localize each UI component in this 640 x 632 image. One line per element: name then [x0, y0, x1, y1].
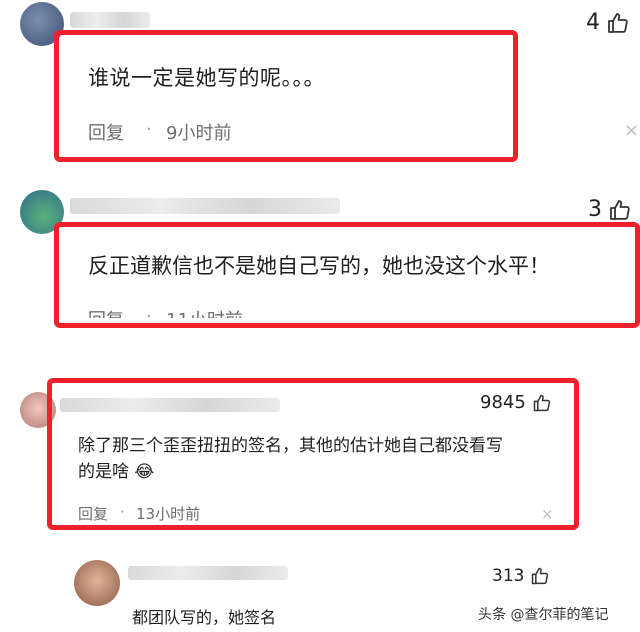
comment-time: 9小时前: [166, 123, 232, 144]
username-blurred: [70, 198, 340, 214]
comment-time: 13小时前: [136, 505, 201, 523]
like-count-group[interactable]: 4: [586, 10, 630, 35]
avatar[interactable]: [74, 560, 120, 606]
close-icon[interactable]: ×: [624, 120, 639, 141]
reply-button[interactable]: 回复: [78, 503, 108, 524]
thumbs-up-icon[interactable]: [530, 566, 550, 586]
username-blurred: [128, 566, 288, 580]
separator-dot: ·: [146, 119, 152, 140]
thumbs-up-icon[interactable]: [608, 198, 632, 222]
comment-time: 11小时前: [166, 306, 243, 318]
separator-dot: ·: [146, 306, 152, 318]
comment-text: 谁说一定是她写的呢。。。: [88, 66, 325, 90]
comment-text-line-2-group: 的是啥 😂: [78, 457, 154, 482]
thumbs-up-icon[interactable]: [532, 393, 552, 413]
comment-text: 反正道歉信也不是她自己写的，她也没这个水平！: [88, 254, 550, 278]
reply-button[interactable]: 回复: [88, 306, 124, 318]
thumbs-up-icon[interactable]: [606, 11, 630, 35]
comment-text-line-1: 除了那三个歪歪扭扭的签名，其他的估计她自己都没看写: [78, 436, 503, 456]
reply-button[interactable]: 回复: [88, 119, 124, 145]
like-count: 3: [588, 197, 602, 222]
laughing-emoji-icon: 😂: [134, 462, 155, 482]
like-count: 9845: [480, 392, 526, 413]
watermark: 头条 @查尔菲的笔记: [478, 607, 609, 623]
comment-text: 都团队写的，她签名: [132, 608, 277, 627]
like-count-group[interactable]: 9845: [480, 392, 552, 413]
close-icon[interactable]: ×: [541, 505, 554, 523]
comment-text-line-2: 的是啥: [78, 462, 129, 482]
username-blurred: [70, 12, 150, 28]
like-count: 4: [586, 10, 600, 35]
like-count-group[interactable]: 3: [588, 197, 632, 222]
like-count: 313: [492, 566, 525, 586]
separator-dot: ·: [120, 503, 125, 521]
like-count-group[interactable]: 313: [492, 566, 550, 586]
